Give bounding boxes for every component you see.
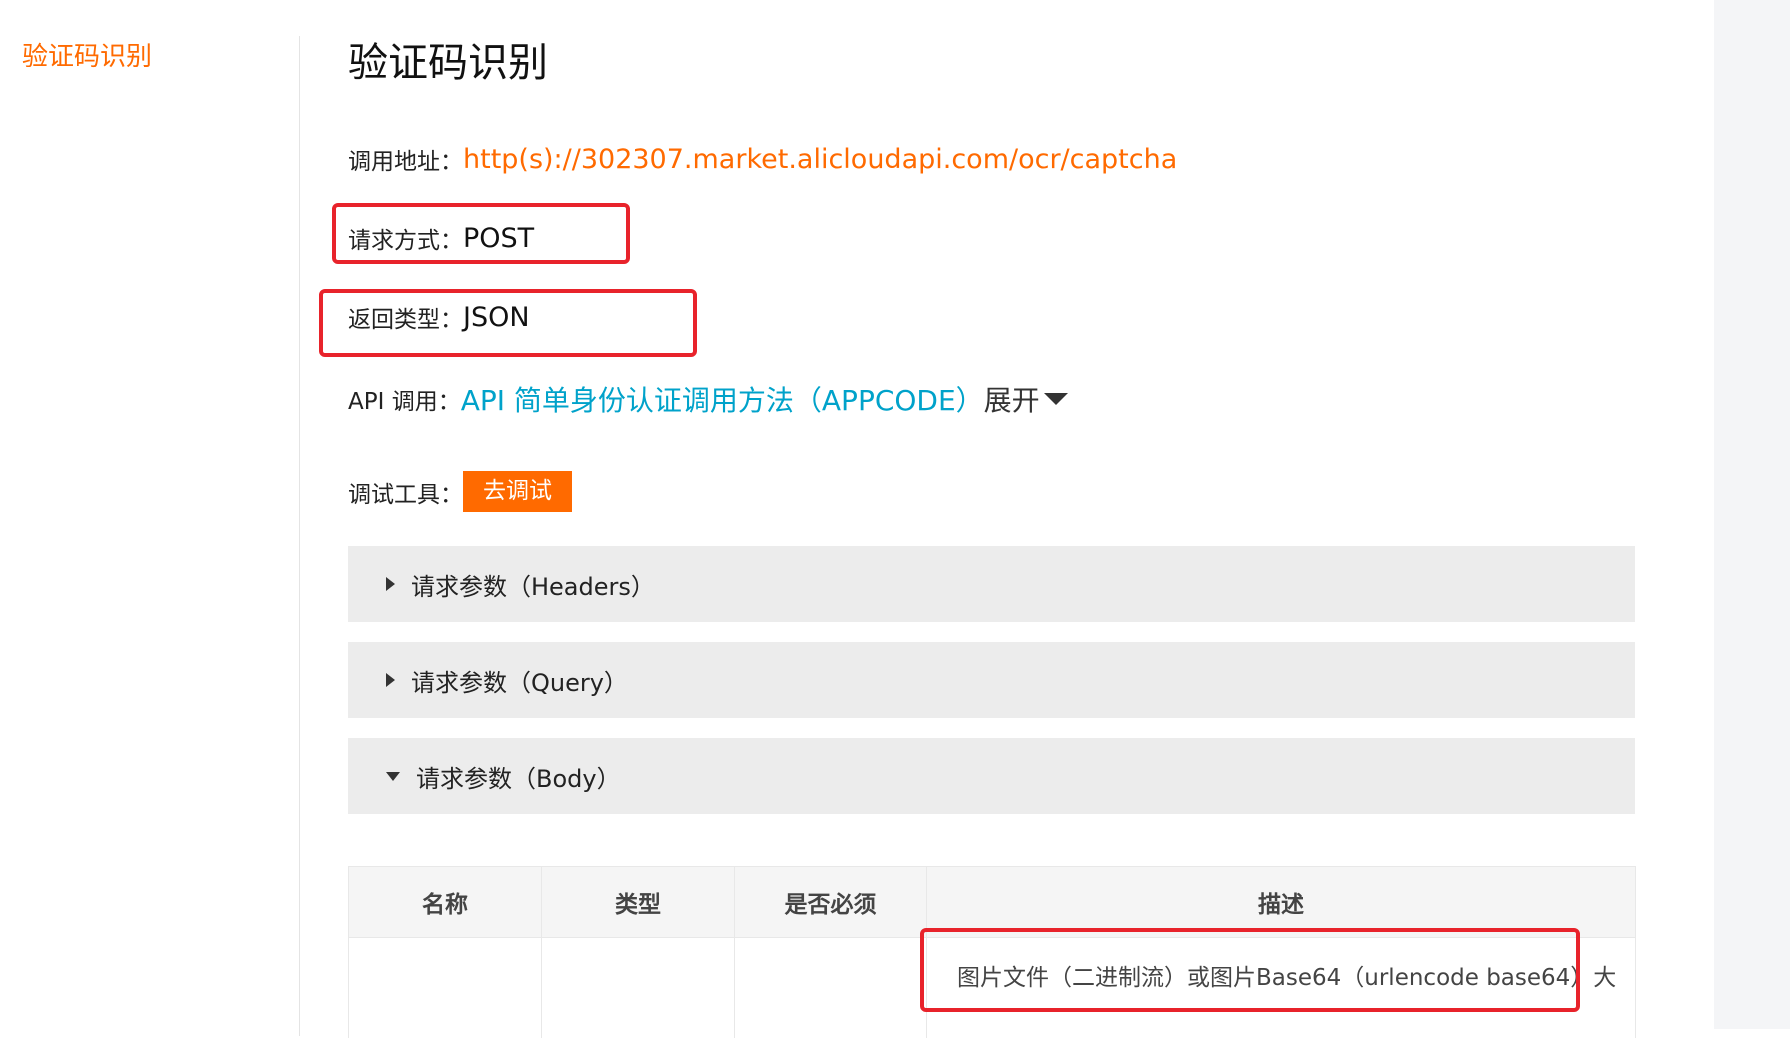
- api-label: API 调用：: [348, 382, 461, 416]
- debug-label: 调试工具：: [348, 475, 463, 509]
- method-row: 请求方式： POST: [348, 221, 534, 255]
- url-label: 调用地址：: [348, 142, 463, 176]
- api-row: API 调用： API 简单身份认证调用方法（APPCODE） 展开: [348, 379, 1068, 419]
- nav-divider: [299, 36, 300, 1036]
- url-row: 调用地址： http(s)://302307.market.alicloudap…: [348, 142, 1177, 176]
- column-header-type: 类型: [542, 867, 735, 938]
- cell-required: [735, 938, 927, 1038]
- table-row: 图片文件（二进制流）或图片Base64（urlencode base64）大: [349, 938, 1636, 1038]
- cell-name: [349, 938, 542, 1038]
- caret-down-icon: [1044, 393, 1068, 405]
- section-body-label: 请求参数（Body）: [416, 759, 621, 794]
- expand-label: 展开: [984, 379, 1040, 419]
- caret-right-icon: [386, 577, 395, 591]
- body-params-table: 名称 类型 是否必须 描述 图片文件（二进制流）或图片Base64（urlenc…: [348, 866, 1636, 1038]
- url-value: http(s)://302307.market.alicloudapi.com/…: [463, 144, 1177, 175]
- debug-row: 调试工具： 去调试: [348, 471, 572, 512]
- debug-button[interactable]: 去调试: [463, 471, 572, 512]
- section-query[interactable]: 请求参数（Query）: [348, 642, 1635, 718]
- caret-down-icon: [386, 772, 400, 781]
- column-header-name: 名称: [349, 867, 542, 938]
- method-label: 请求方式：: [348, 221, 463, 255]
- return-label: 返回类型：: [348, 300, 463, 334]
- method-value: POST: [463, 223, 534, 254]
- cell-description: 图片文件（二进制流）或图片Base64（urlencode base64）大: [927, 938, 1636, 1038]
- return-row: 返回类型： JSON: [348, 300, 530, 334]
- page-title: 验证码识别: [348, 30, 548, 88]
- column-header-description: 描述: [927, 867, 1636, 938]
- cell-type: [542, 938, 735, 1038]
- return-value: JSON: [463, 302, 530, 333]
- expand-toggle[interactable]: 展开: [984, 379, 1068, 419]
- nav-item-captcha[interactable]: 验证码识别: [22, 36, 152, 73]
- api-auth-link[interactable]: API 简单身份认证调用方法（APPCODE）: [461, 379, 984, 419]
- caret-right-icon: [386, 673, 395, 687]
- section-query-label: 请求参数（Query）: [411, 663, 628, 698]
- column-header-required: 是否必须: [735, 867, 927, 938]
- section-body[interactable]: 请求参数（Body）: [348, 738, 1635, 814]
- section-headers-label: 请求参数（Headers）: [411, 567, 655, 602]
- description-text: 图片文件（二进制流）或图片Base64（urlencode base64）大: [927, 958, 1635, 992]
- section-headers[interactable]: 请求参数（Headers）: [348, 546, 1635, 622]
- table-header-row: 名称 类型 是否必须 描述: [349, 867, 1636, 938]
- right-gutter: [1714, 0, 1790, 1029]
